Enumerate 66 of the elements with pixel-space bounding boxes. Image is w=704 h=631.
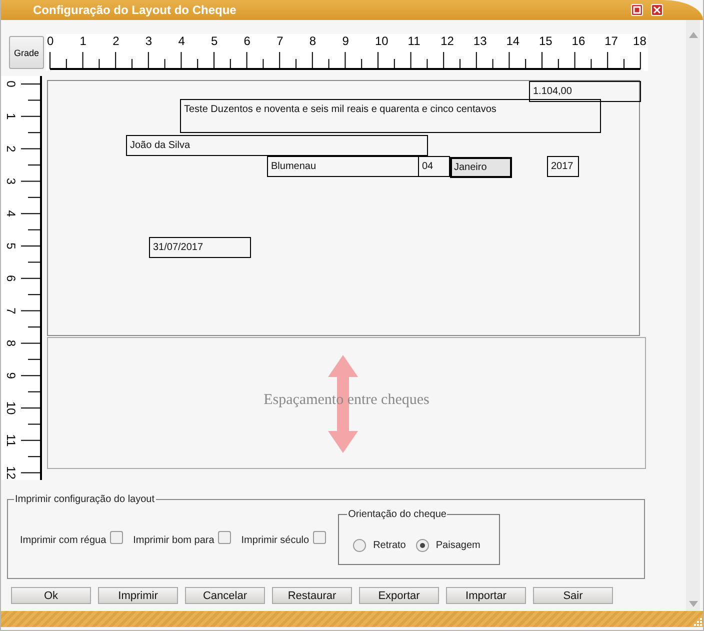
ruler-number: 5 — [211, 34, 218, 48]
ruler-number: 1 — [80, 34, 86, 48]
group-legend: Orientação do cheque — [347, 509, 448, 520]
ruler-number: 8 — [4, 340, 18, 347]
group-legend: Imprimir configuração do layout — [14, 494, 156, 505]
check-field[interactable]: 1.104,00 — [529, 81, 641, 102]
check-field[interactable]: 31/07/2017 — [149, 237, 251, 258]
ruler-number: 0 — [4, 80, 18, 88]
check-field[interactable]: Janeiro — [450, 157, 512, 178]
check-field[interactable]: Blumenau — [267, 156, 419, 177]
ruler-number: 3 — [4, 178, 18, 185]
radio-label: Paisagem — [436, 540, 480, 550]
radio-button[interactable] — [353, 538, 366, 552]
action-button[interactable]: Importar — [446, 587, 526, 604]
checkbox[interactable] — [313, 531, 326, 544]
ruler-number: 9 — [342, 34, 349, 48]
checkbox[interactable] — [218, 531, 232, 544]
ruler-number: 11 — [4, 434, 18, 447]
action-button[interactable]: Ok — [11, 587, 91, 604]
option-label: Imprimir com régua — [20, 535, 106, 546]
ruler-number: 7 — [4, 307, 18, 314]
checkbox[interactable] — [110, 531, 124, 544]
ruler-number: 8 — [309, 34, 316, 48]
ruler-number: 4 — [4, 210, 18, 217]
check-field[interactable]: João da Silva — [126, 135, 428, 156]
radio-button[interactable] — [416, 538, 429, 552]
ruler-number: 11 — [408, 34, 420, 48]
option-label: Imprimir bom para — [133, 535, 214, 546]
resize-grip-icon[interactable] — [693, 617, 703, 627]
ruler-number: 5 — [4, 242, 18, 250]
maximize-button[interactable] — [631, 4, 643, 16]
ruler-number: 13 — [473, 34, 487, 48]
ruler-number: 17 — [604, 34, 618, 48]
ruler-number: 10 — [375, 34, 388, 48]
ruler-number: 15 — [539, 34, 552, 48]
ruler-number: 2 — [4, 145, 18, 152]
ruler-number: 14 — [506, 34, 520, 48]
scroll-down-icon[interactable] — [688, 601, 698, 607]
ruler-number: 1 — [4, 113, 18, 120]
ruler-number: 0 — [47, 34, 54, 48]
ruler-number: 18 — [633, 34, 646, 48]
grid-button[interactable]: Grade — [9, 36, 44, 69]
ruler-number: 6 — [244, 34, 250, 48]
ruler-number: 4 — [178, 34, 185, 48]
ruler-number: 12 — [4, 466, 18, 480]
ruler-number: 7 — [276, 34, 284, 48]
close-button[interactable] — [651, 4, 663, 16]
window-title: Configuração do Layout do Cheque — [33, 3, 238, 17]
action-button[interactable]: Sair — [533, 587, 613, 604]
radio-label: Retrato — [373, 540, 406, 550]
ruler-number: 2 — [112, 34, 120, 48]
ruler-number: 16 — [572, 34, 586, 48]
option-label: Imprimir século — [241, 535, 310, 546]
action-button[interactable]: Exportar — [359, 587, 439, 604]
ruler-number: 12 — [440, 34, 454, 48]
ruler-number: 10 — [4, 401, 18, 415]
check-field[interactable]: Teste Duzentos e noventa e seis mil reais e quarenta e cinco centavos — [180, 99, 601, 133]
ruler-number: 9 — [4, 372, 18, 379]
action-button[interactable]: Cancelar — [185, 587, 265, 604]
action-button[interactable]: Restaurar — [272, 587, 352, 604]
check-field[interactable]: 04 — [418, 156, 450, 177]
ruler-number: 3 — [145, 34, 152, 48]
check-field[interactable]: 2017 — [547, 156, 579, 177]
scroll-up-icon[interactable] — [688, 32, 698, 38]
action-button[interactable]: Imprimir — [98, 587, 178, 604]
ruler-number: 6 — [4, 275, 18, 282]
